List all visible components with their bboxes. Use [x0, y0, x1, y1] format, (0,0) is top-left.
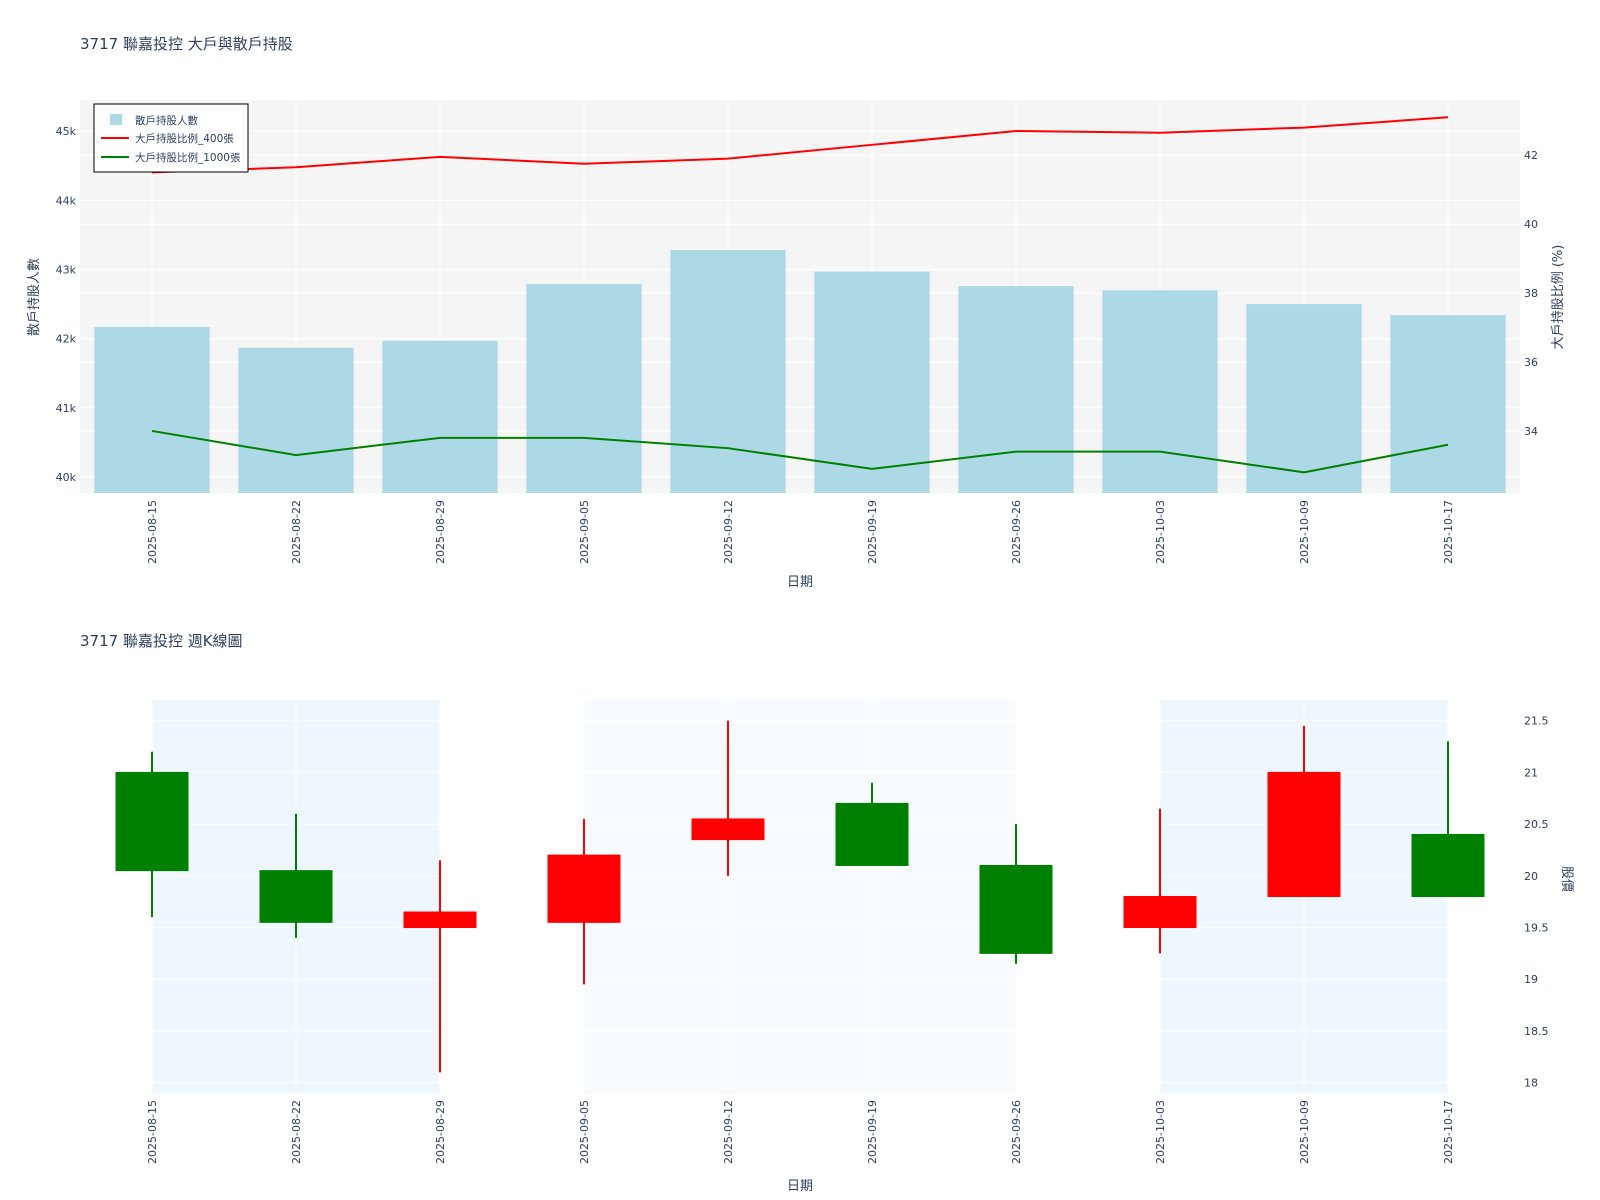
top-y2-axis-label: 大戶持股比例 (%)	[1551, 245, 1566, 350]
top-y2-tick-label: 36	[1524, 356, 1538, 369]
bottom-right-axis-ticks: 18 18.5 19 19.5 20 20.5 21 21.5	[1524, 715, 1549, 1090]
bottom-x-tick-label: 2025-09-26	[1010, 1100, 1023, 1164]
top-y2-tick-label: 40	[1524, 218, 1538, 231]
bottom-y-tick-label: 19	[1524, 973, 1538, 986]
top-y-axis-label: 散戶持股人數	[27, 258, 42, 336]
bottom-y-tick-label: 19.5	[1524, 922, 1549, 935]
bottom-x-tick-label: 2025-09-05	[578, 1100, 591, 1164]
top-y-tick-label: 43k	[56, 264, 77, 277]
chart-stage: 3717 聯嘉投控 大戶與散戶持股 40k 41k 42k 43k 44k 45k 34 3…	[0, 0, 1600, 1200]
retail-bar	[382, 340, 498, 493]
top-chart: 3717 聯嘉投控 大戶與散戶持股 40k41k42k43k44k45k 343…	[27, 35, 1566, 590]
top-y-tick-label: 41k	[56, 402, 77, 415]
bottom-chart-title: 3717 聯嘉投控 週K線圖	[80, 632, 243, 650]
bottom-y-tick-label: 18	[1524, 1077, 1538, 1090]
legend-swatch-bar	[110, 114, 122, 125]
legend-label-1000: 大戶持股比例_1000張	[135, 151, 241, 164]
bottom-x-axis-ticks: 2025-08-15 2025-08-22 2025-08-29 2025-09-05…	[146, 1100, 1455, 1164]
candle-body	[835, 802, 909, 866]
bottom-x-tick-label: 2025-09-19	[866, 1100, 879, 1164]
retail-bar	[670, 250, 786, 493]
bottom-y-axis-label: 股價	[1559, 866, 1574, 892]
bottom-chart: 3717 聯嘉投控 週K線圖 1818.51919.52020.52121.5 …	[80, 632, 1574, 1194]
bottom-x-tick-label: 2025-10-17	[1442, 1100, 1455, 1164]
top-y-tick-label: 45k	[56, 125, 77, 138]
candle-body	[691, 818, 765, 841]
bottom-y-tick-label: 20	[1524, 870, 1538, 883]
retail-bar	[958, 286, 1074, 493]
top-x-tick-label: 2025-09-19	[866, 500, 879, 564]
bottom-x-tick-label: 2025-08-29	[434, 1100, 447, 1164]
top-left-axis-ticks: 40k 41k 42k 43k 44k 45k	[56, 125, 77, 484]
top-right-axis-ticks: 34 36 38 40 42	[1524, 149, 1538, 438]
candle-body	[1123, 896, 1197, 929]
top-x-tick-label: 2025-09-26	[1010, 500, 1023, 564]
top-x-tick-label: 2025-08-29	[434, 500, 447, 564]
candle-body	[547, 854, 621, 923]
candle-body	[403, 911, 477, 929]
top-x-tick-label: 2025-09-05	[578, 500, 591, 564]
bottom-x-tick-label: 2025-10-09	[1298, 1100, 1311, 1164]
bottom-x-tick-label: 2025-08-22	[290, 1100, 303, 1164]
candle-body	[1411, 833, 1485, 898]
band-shade	[584, 700, 1016, 1093]
retail-bar	[1390, 315, 1506, 493]
top-y-tick-label: 42k	[56, 333, 77, 346]
top-y2-tick-label: 42	[1524, 149, 1538, 162]
retail-bar	[814, 271, 930, 493]
top-x-axis-label: 日期	[787, 575, 813, 590]
retail-bar	[1102, 290, 1218, 493]
top-x-tick-label: 2025-10-09	[1298, 500, 1311, 564]
top-x-tick-label: 2025-10-17	[1442, 500, 1455, 564]
top-x-tick-label: 2025-08-15	[146, 500, 159, 564]
legend-label-400: 大戶持股比例_400張	[135, 132, 234, 145]
candle-body	[1267, 771, 1341, 897]
retail-bar	[526, 284, 642, 493]
bottom-x-tick-label: 2025-08-15	[146, 1100, 159, 1164]
candle-body	[979, 864, 1053, 954]
legend-label-retail: 散戶持股人數	[135, 114, 198, 127]
top-chart-title: 3717 聯嘉投控 大戶與散戶持股	[80, 35, 293, 53]
top-x-tick-label: 2025-10-03	[1154, 500, 1167, 564]
top-y-tick-label: 40k	[56, 471, 77, 484]
top-y2-tick-label: 34	[1524, 425, 1538, 438]
top-y2-tick-label: 38	[1524, 287, 1538, 300]
retail-bar	[94, 326, 210, 493]
top-x-axis-ticks: 2025-08-15 2025-08-22 2025-08-29 2025-09-05…	[146, 500, 1455, 564]
top-x-tick-label: 2025-08-22	[290, 500, 303, 564]
candle-body	[259, 870, 333, 923]
bottom-x-tick-label: 2025-09-12	[722, 1100, 735, 1164]
bottom-y-tick-label: 20.5	[1524, 818, 1549, 831]
top-x-tick-label: 2025-09-12	[722, 500, 735, 564]
bottom-y-tick-label: 21	[1524, 766, 1538, 779]
bottom-y-tick-label: 18.5	[1524, 1025, 1549, 1038]
legend[interactable]: 散戶持股人數 大戶持股比例_400張 大戶持股比例_1000張	[93, 103, 249, 173]
bottom-x-tick-label: 2025-10-03	[1154, 1100, 1167, 1164]
bottom-x-axis-label: 日期	[787, 1179, 813, 1194]
candle-background-bands	[152, 700, 1448, 1093]
candle-body	[115, 771, 189, 872]
top-y-tick-label: 44k	[56, 194, 77, 207]
bottom-y-tick-label: 21.5	[1524, 715, 1549, 728]
retail-bar	[238, 347, 354, 493]
